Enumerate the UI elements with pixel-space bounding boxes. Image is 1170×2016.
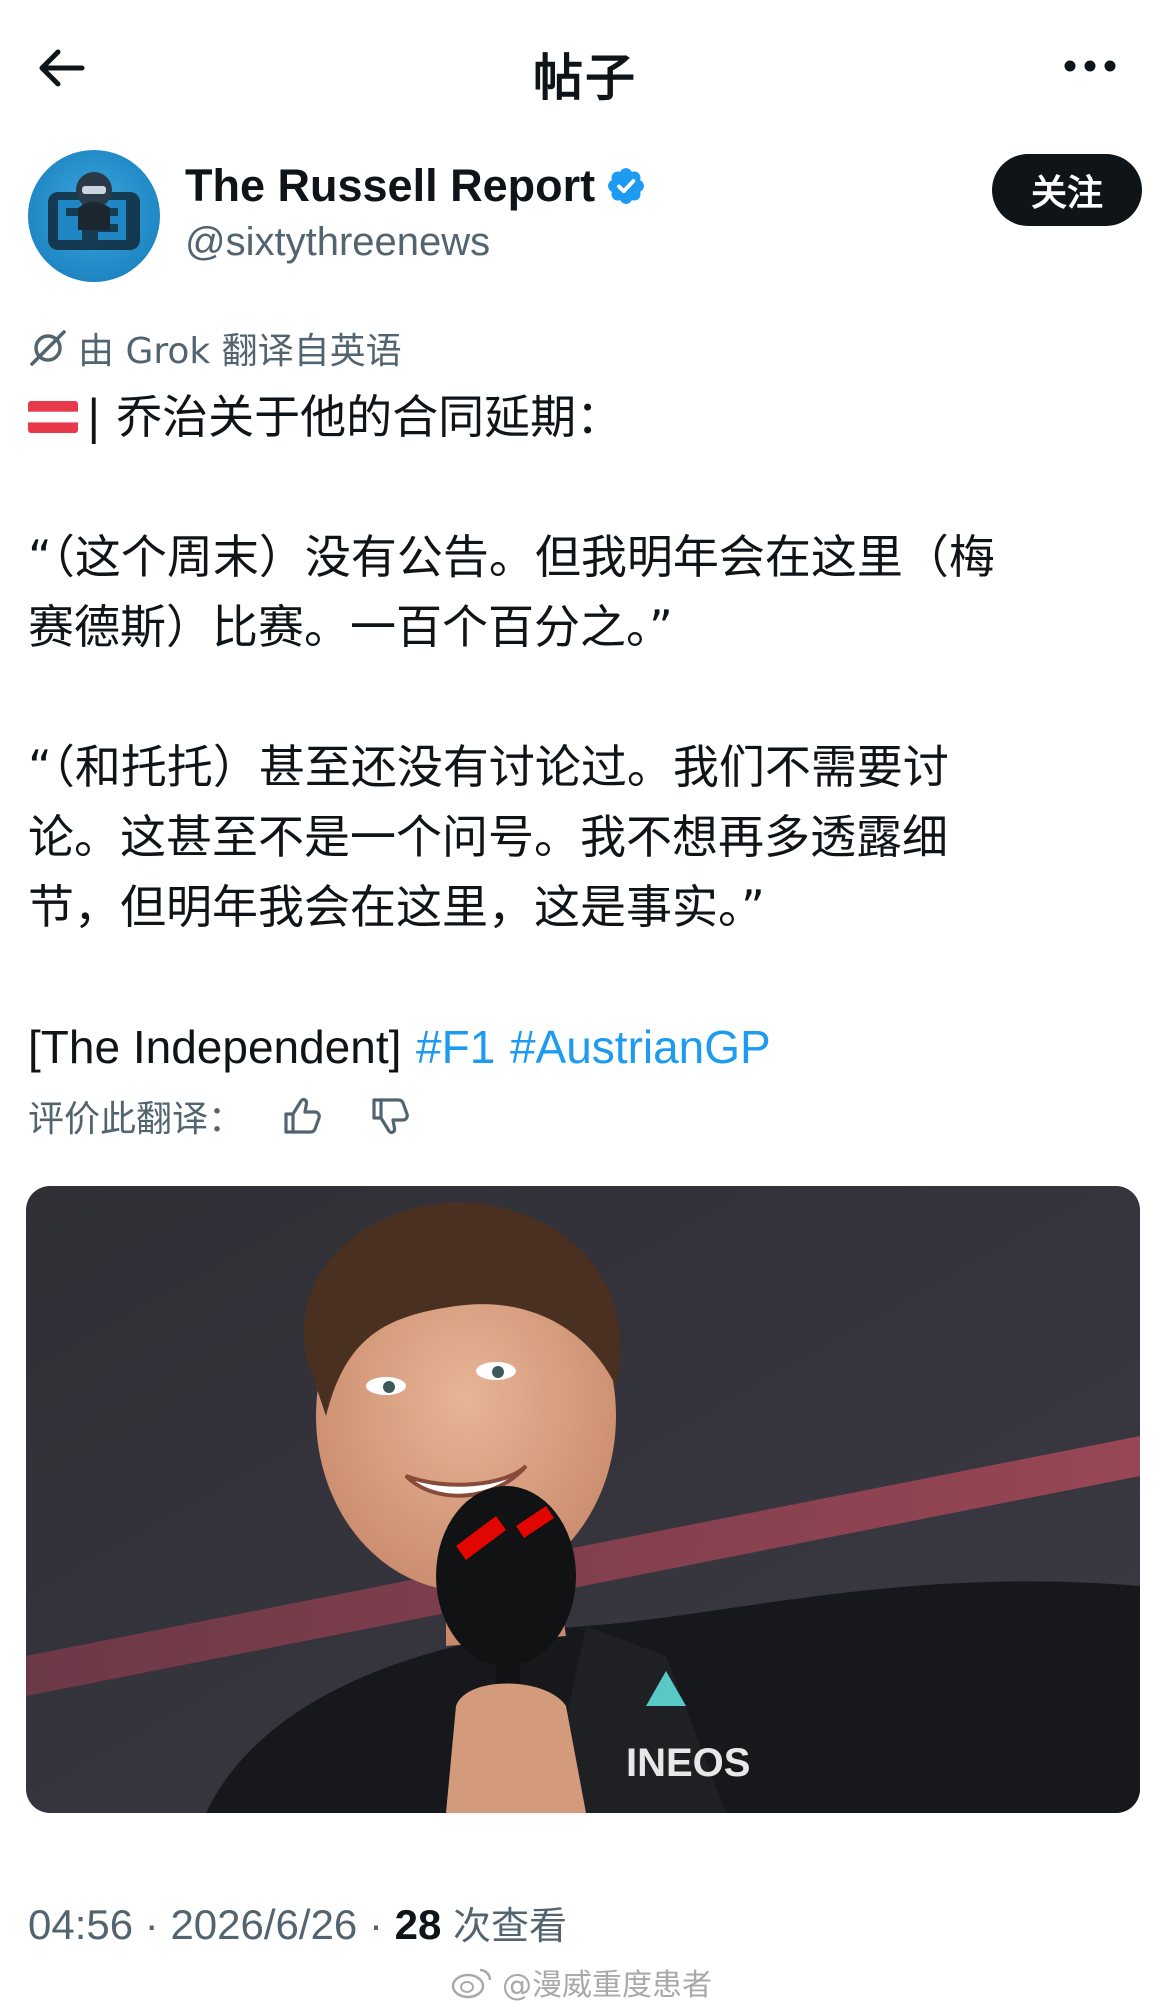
post-meta: 04:56 · 2026/6/26 · 28 次查看 bbox=[28, 1895, 567, 1950]
weibo-watermark: @漫威重度患者 bbox=[450, 1960, 712, 2004]
avatar[interactable] bbox=[28, 150, 160, 282]
thumbs-down-icon[interactable] bbox=[366, 1092, 414, 1140]
post-text: | 乔治关于他的合同延期： “（这个周末）没有公告。但我明年会在这里（梅 赛德斯… bbox=[28, 382, 1148, 1082]
translation-note: 由 Grok 翻译自英语 bbox=[28, 322, 402, 374]
user-handle[interactable]: @sixtythreenews bbox=[185, 220, 490, 265]
austria-flag-icon bbox=[28, 400, 78, 433]
hashtag-austriangp[interactable]: #AustrianGP bbox=[510, 1021, 771, 1073]
post-intro-text: | 乔治关于他的合同延期： bbox=[86, 390, 623, 444]
post-line: | 乔治关于他的合同延期： bbox=[28, 382, 1148, 452]
meta-separator: · bbox=[357, 1901, 395, 1948]
hashtag-f1[interactable]: #F1 bbox=[416, 1021, 495, 1073]
watermark-text: @漫威重度患者 bbox=[502, 1968, 712, 2003]
verified-badge-icon bbox=[608, 168, 645, 204]
meta-separator: · bbox=[133, 1901, 171, 1948]
post-line: 论。这甚至不是一个问号。我不想再多透露细 bbox=[28, 810, 948, 864]
post-line: 节，但明年我会在这里，这是事实。” bbox=[28, 880, 765, 934]
display-name-text: The Russell Report bbox=[185, 160, 596, 211]
post-date: 2026/6/26 bbox=[170, 1901, 358, 1948]
thumbs-up-icon[interactable] bbox=[278, 1092, 326, 1140]
post-line: “（和托托）甚至还没有讨论过。我们不需要讨 bbox=[28, 740, 949, 794]
rate-translation-label: 评价此翻译： bbox=[28, 1099, 245, 1140]
post-photo[interactable]: INEOS bbox=[26, 1186, 1140, 1813]
view-count[interactable]: 28 bbox=[395, 1901, 442, 1949]
grok-icon bbox=[30, 330, 66, 366]
meta-space bbox=[441, 1901, 453, 1949]
follow-button[interactable]: 关注 bbox=[992, 154, 1142, 226]
svg-text:INEOS: INEOS bbox=[626, 1741, 750, 1785]
post-line: [The Independent] #F1 #AustrianGP bbox=[28, 1012, 1148, 1082]
view-label: 次查看 bbox=[453, 1904, 568, 1948]
source-text: [The Independent] bbox=[28, 1021, 402, 1073]
more-options-icon[interactable] bbox=[1060, 46, 1120, 86]
post-line: “（这个周末）没有公告。但我明年会在这里（梅 bbox=[28, 530, 995, 584]
rate-translation-row: 评价此翻译： bbox=[28, 1090, 414, 1142]
author-row: The Russell Report @sixtythreenews 关注 bbox=[28, 150, 1142, 285]
avatar-63-logo-icon bbox=[48, 172, 140, 250]
driver-photo-image: INEOS bbox=[26, 1186, 1140, 1813]
translation-note-text: 由 Grok 翻译自英语 bbox=[78, 331, 402, 372]
top-bar: 帖子 bbox=[0, 0, 1170, 130]
weibo-icon bbox=[451, 1968, 492, 1999]
post-line: 赛德斯）比赛。一百个百分之。” bbox=[28, 600, 673, 654]
post-time: 04:56 bbox=[28, 1901, 134, 1948]
page-title: 帖子 bbox=[533, 49, 637, 107]
display-name[interactable]: The Russell Report bbox=[185, 160, 647, 212]
